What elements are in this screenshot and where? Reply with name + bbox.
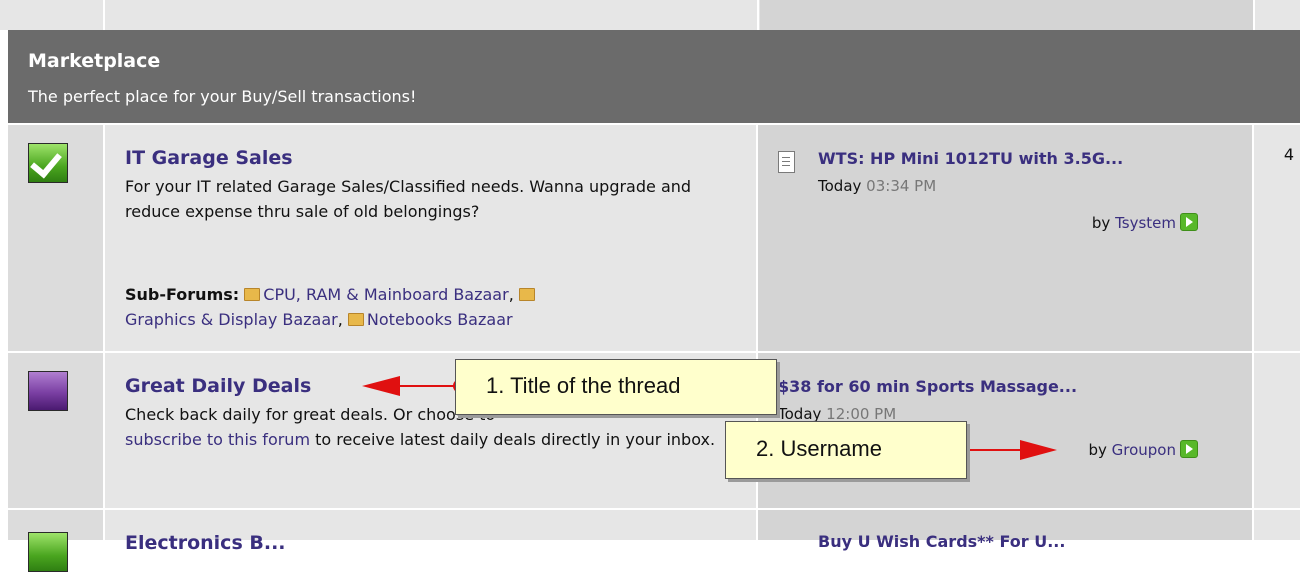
sub-forums: Sub-Forums: CPU, RAM & Mainboard Bazaar,… <box>125 282 745 332</box>
go-to-last-post-icon[interactable] <box>1180 440 1198 458</box>
forum-info-cell: Electronics B... <box>105 510 756 554</box>
top-strip <box>0 0 1300 30</box>
go-to-last-post-icon[interactable] <box>1180 213 1198 231</box>
sub-forums-label: Sub-Forums <box>125 285 233 304</box>
top-strip-cell <box>1255 0 1300 30</box>
callout-label: 2. Username <box>756 436 882 461</box>
category-header: Marketplace The perfect place for your B… <box>8 30 1300 123</box>
new-posts-check-icon <box>28 143 68 183</box>
forum-title[interactable]: Great Daily Deals <box>125 375 311 397</box>
callout-username: 2. Username <box>725 421 967 479</box>
last-post-title[interactable]: Buy U Wish Cards** For U... <box>818 532 1065 551</box>
category-description: The perfect place for your Buy/Sell tran… <box>28 87 417 106</box>
description-text: Check back daily for great deals. Or cho… <box>125 405 496 424</box>
callout-label: 1. Title of the thread <box>486 373 681 398</box>
forum-status-cell <box>8 510 103 572</box>
last-post-day: Today <box>818 177 862 195</box>
folder-icon <box>347 313 364 326</box>
subscribe-link[interactable]: subscribe to this forum <box>125 430 310 449</box>
forum-status-cell <box>8 353 103 508</box>
new-posts-check-icon <box>28 532 68 572</box>
forum-description: For your IT related Garage Sales/Classif… <box>125 177 692 221</box>
no-new-posts-icon <box>28 371 68 411</box>
category-title[interactable]: Marketplace <box>28 50 160 72</box>
callout-thread-title: 1. Title of the thread <box>455 359 777 415</box>
forum-info-cell: IT Garage Sales For your IT related Gara… <box>105 125 756 351</box>
forum-row: IT Garage Sales For your IT related Gara… <box>8 125 1300 351</box>
folder-icon <box>518 288 535 301</box>
username-link[interactable]: Groupon <box>1112 441 1176 459</box>
username-link[interactable]: Tsystem <box>1115 214 1176 232</box>
last-post-author: by Tsystem <box>1092 213 1198 232</box>
sub-forum-link[interactable]: CPU, RAM & Mainboard Bazaar <box>263 285 508 304</box>
forum-row: Electronics B... Buy U Wish Cards** For … <box>8 510 1300 572</box>
forum-stats-cell <box>1254 353 1300 508</box>
top-strip-cell <box>0 0 105 30</box>
last-post-time: 03:34 PM <box>866 177 937 195</box>
last-post-date: Today 03:34 PM <box>818 177 936 195</box>
by-label: by <box>1088 441 1107 459</box>
forum-title[interactable]: IT Garage Sales <box>125 147 293 169</box>
forum-stats-cell <box>1254 510 1300 540</box>
last-post-title[interactable]: $38 for 60 min Sports Massage... <box>778 377 1077 396</box>
sub-forum-link[interactable]: Graphics & Display Bazaar <box>125 310 338 329</box>
forum-title[interactable]: Electronics B... <box>125 532 286 554</box>
thread-count: 4 <box>1283 145 1294 164</box>
by-label: by <box>1091 214 1111 232</box>
top-strip-cell <box>105 0 759 30</box>
top-strip-cell <box>760 0 1255 30</box>
forum-status-cell <box>8 125 103 351</box>
forum-stats-cell: 4 <box>1254 125 1300 351</box>
folder-icon <box>244 288 261 301</box>
post-document-icon <box>778 151 795 173</box>
sub-forum-link[interactable]: Notebooks Bazaar <box>367 310 513 329</box>
last-post-title[interactable]: WTS: HP Mini 1012TU with 3.5G... <box>818 149 1123 168</box>
last-post-cell: WTS: HP Mini 1012TU with 3.5G... Today 0… <box>758 125 1252 351</box>
description-text: to receive latest daily deals directly i… <box>315 430 716 449</box>
last-post-author: by Groupon <box>1088 440 1198 459</box>
last-post-cell: Buy U Wish Cards** For U... <box>758 510 1252 551</box>
